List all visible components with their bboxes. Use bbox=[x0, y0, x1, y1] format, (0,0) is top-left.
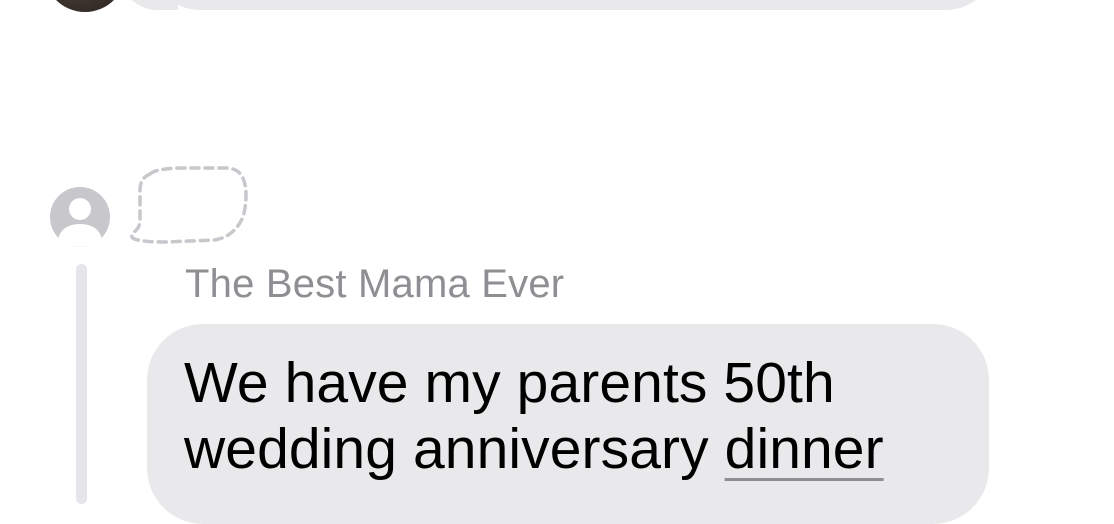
previous-message-tail bbox=[118, 0, 178, 10]
sender-name: The Best Mama Ever bbox=[185, 262, 565, 306]
thread-reply-line bbox=[76, 264, 87, 504]
message-line-2: wedding anniversary dinner bbox=[184, 416, 964, 482]
person-placeholder-icon[interactable] bbox=[50, 187, 110, 247]
event-data-detector-link[interactable]: dinner bbox=[725, 417, 884, 481]
message-text[interactable]: We have my parents 50th wedding annivers… bbox=[184, 350, 964, 482]
message-line-1: We have my parents 50th bbox=[184, 351, 835, 415]
message-line-2-text: wedding anniversary bbox=[184, 417, 725, 481]
previous-message-bubble[interactable] bbox=[150, 0, 996, 10]
dashed-thought-bubble-icon[interactable] bbox=[126, 160, 256, 250]
photo-avatar-icon[interactable] bbox=[44, 0, 126, 12]
